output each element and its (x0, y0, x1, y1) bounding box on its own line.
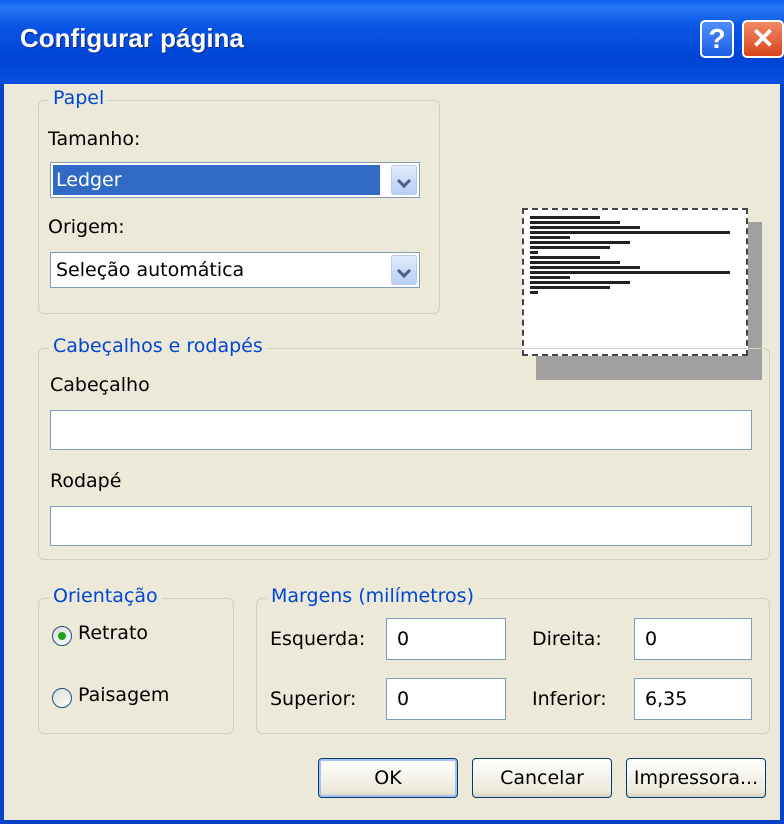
bottom-margin-input[interactable]: 6,35 (634, 678, 752, 720)
right-margin-input[interactable]: 0 (634, 618, 752, 660)
paper-size-value: Ledger (53, 165, 380, 195)
cancel-button[interactable]: Cancelar (472, 758, 612, 798)
window-title: Configurar página (20, 23, 244, 53)
footer-label: Rodapé (50, 470, 122, 492)
close-button[interactable]: ✕ (742, 20, 784, 58)
chevron-down-icon[interactable] (391, 165, 417, 195)
bottom-margin-label: Inferior: (532, 688, 607, 710)
header-label: Cabeçalho (50, 374, 150, 396)
left-margin-label: Esquerda: (270, 628, 366, 650)
margins-legend: Margens (milímetros) (267, 585, 478, 607)
dialog-window: Configurar página ? ✕ Papel Tamanho: Led… (0, 0, 784, 824)
help-icon: ? (708, 23, 726, 54)
top-margin-label: Superior: (270, 688, 357, 710)
close-icon: ✕ (751, 23, 775, 54)
paper-source-select[interactable]: Seleção automática (50, 252, 420, 288)
size-label: Tamanho: (48, 128, 141, 150)
paper-source-value: Seleção automática (56, 259, 245, 281)
paper-size-select[interactable]: Ledger (50, 162, 420, 198)
headers-footers-legend: Cabeçalhos e rodapés (49, 335, 267, 357)
dialog-body: Papel Tamanho: Ledger Origem: Seleção au… (4, 84, 780, 820)
paper-legend: Papel (49, 87, 109, 109)
portrait-radio[interactable] (52, 626, 72, 646)
portrait-label[interactable]: Retrato (78, 622, 148, 644)
printer-button[interactable]: Impressora... (626, 758, 766, 798)
landscape-radio[interactable] (52, 688, 72, 708)
header-input[interactable] (50, 410, 752, 450)
left-margin-input[interactable]: 0 (386, 618, 506, 660)
ok-button[interactable]: OK (318, 758, 458, 798)
orientation-group: Orientação (38, 585, 234, 734)
chevron-down-icon[interactable] (391, 255, 417, 285)
orientation-legend: Orientação (49, 585, 162, 607)
help-button[interactable]: ? (700, 20, 734, 58)
right-margin-label: Direita: (532, 628, 602, 650)
footer-input[interactable] (50, 506, 752, 546)
landscape-label[interactable]: Paisagem (78, 684, 169, 706)
page-preview (522, 208, 748, 356)
top-margin-input[interactable]: 0 (386, 678, 506, 720)
title-bar[interactable]: Configurar página ? ✕ (0, 0, 784, 84)
source-label: Origem: (48, 216, 125, 238)
